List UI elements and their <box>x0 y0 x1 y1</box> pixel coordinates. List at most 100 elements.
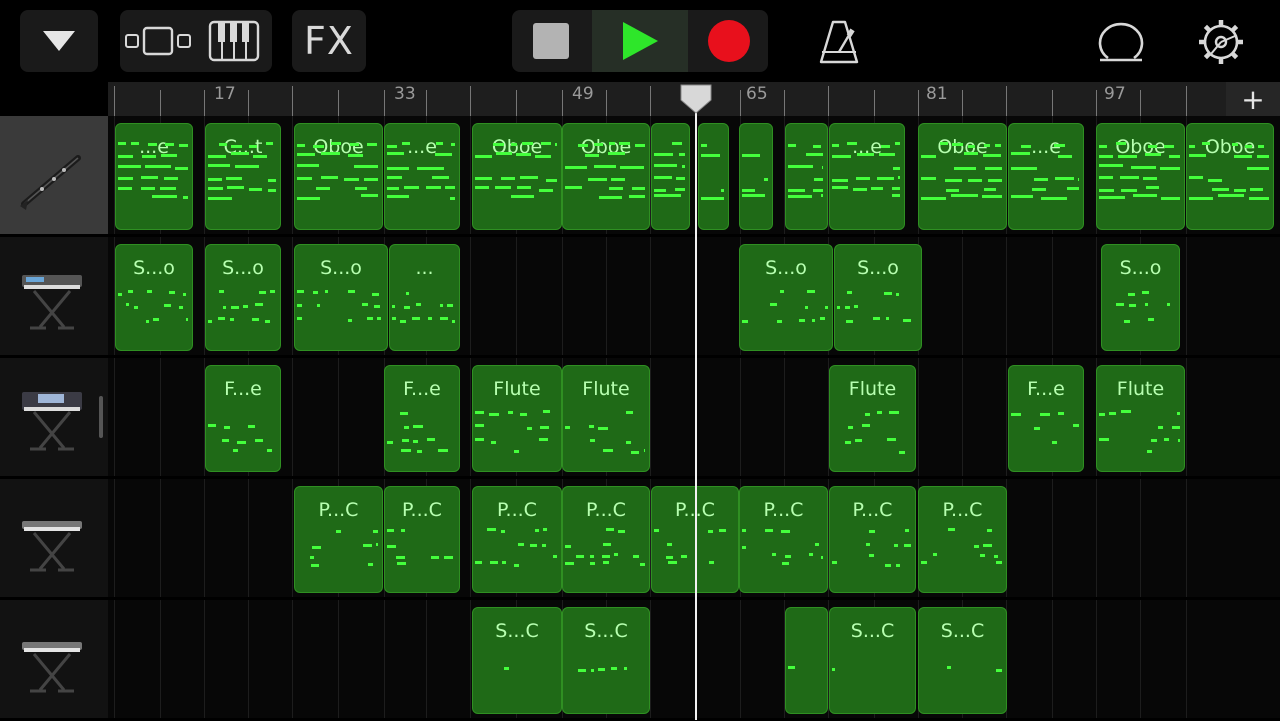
region[interactable]: Flute <box>829 365 916 472</box>
region[interactable]: P...C <box>294 486 383 593</box>
region[interactable]: Oboe <box>1186 123 1274 230</box>
region[interactable] <box>651 123 690 230</box>
region[interactable]: S...o <box>115 244 193 351</box>
midi-note <box>854 305 858 308</box>
midi-note <box>268 189 276 192</box>
midi-note <box>952 143 963 146</box>
play-button[interactable] <box>592 10 688 72</box>
region[interactable]: Oboe <box>918 123 1007 230</box>
track-header-4[interactable] <box>0 479 108 600</box>
record-button[interactable] <box>690 10 768 72</box>
tracks-area[interactable]: ...e C...t Oboe ...e Oboe Oboe ...e Oboe ...e Obo… <box>108 116 1280 720</box>
midi-note <box>856 177 870 180</box>
ruler-tick <box>204 90 205 116</box>
midi-note <box>682 165 685 168</box>
midi-note <box>886 317 889 320</box>
region[interactable]: S...o <box>1101 244 1180 351</box>
region[interactable] <box>785 123 828 230</box>
midi-note <box>179 306 183 309</box>
playhead-handle[interactable] <box>680 84 712 114</box>
settings-button[interactable] <box>1184 10 1260 72</box>
region[interactable]: P...C <box>472 486 562 593</box>
region[interactable]: Oboe <box>472 123 562 230</box>
region[interactable] <box>785 607 828 714</box>
midi-note <box>632 187 645 190</box>
region[interactable]: C...t <box>205 123 281 230</box>
midi-note <box>1164 438 1169 441</box>
midi-note <box>742 189 755 192</box>
midi-note <box>654 194 681 197</box>
midi-note <box>1151 439 1157 442</box>
track-header-1[interactable] <box>0 116 108 237</box>
region[interactable]: P...C <box>918 486 1007 593</box>
region[interactable]: ...e <box>115 123 193 230</box>
metronome-button[interactable] <box>800 10 876 72</box>
midi-note <box>603 449 613 452</box>
region[interactable]: S...C <box>829 607 916 714</box>
midi-note <box>266 142 273 145</box>
region[interactable]: ...e <box>1008 123 1084 230</box>
region[interactable]: P...C <box>739 486 828 593</box>
midi-note <box>387 167 409 170</box>
midi-note <box>142 155 156 158</box>
region[interactable]: Oboe <box>1096 123 1185 230</box>
region[interactable] <box>698 123 729 230</box>
midi-note <box>788 144 796 147</box>
fx-button[interactable]: FX <box>292 10 366 72</box>
midi-note <box>968 179 982 182</box>
midi-note <box>996 669 1002 672</box>
midi-note <box>565 562 574 565</box>
midi-note <box>598 427 608 430</box>
loop-button[interactable] <box>1084 10 1160 72</box>
midi-note <box>1258 145 1264 148</box>
browser-button[interactable] <box>20 10 98 72</box>
midi-note <box>475 186 489 189</box>
region[interactable]: Flute <box>562 365 650 472</box>
region[interactable]: P...C <box>384 486 460 593</box>
region[interactable]: S...o <box>739 244 833 351</box>
region[interactable]: Flute <box>472 365 562 472</box>
region[interactable]: Flute <box>1096 365 1185 472</box>
track-header-3[interactable] <box>0 358 108 479</box>
region[interactable]: P...C <box>829 486 916 593</box>
add-section-button[interactable]: + <box>1226 82 1280 116</box>
keyboard-icon[interactable] <box>208 20 260 62</box>
region[interactable] <box>739 123 773 230</box>
midi-note <box>1189 176 1203 179</box>
midi-note <box>1032 188 1046 191</box>
region[interactable]: S...C <box>918 607 1007 714</box>
region[interactable]: Oboe <box>562 123 650 230</box>
region[interactable]: ...e <box>384 123 460 230</box>
midi-note <box>317 304 320 307</box>
ruler-tick <box>114 86 115 116</box>
midi-note <box>141 187 155 190</box>
region[interactable]: Oboe <box>294 123 383 230</box>
region[interactable]: S...o <box>294 244 388 351</box>
midi-note <box>297 153 315 156</box>
vertical-scroll-indicator[interactable] <box>99 396 103 438</box>
region[interactable]: F...e <box>1008 365 1084 472</box>
region[interactable]: S...o <box>205 244 281 351</box>
track-header-2[interactable] <box>0 237 108 358</box>
region[interactable]: ...e <box>829 123 905 230</box>
region[interactable]: F...e <box>205 365 281 472</box>
midi-note <box>701 154 720 157</box>
region[interactable]: P...C <box>562 486 650 593</box>
midi-note <box>1145 303 1148 306</box>
track-header-5[interactable] <box>0 600 108 721</box>
region[interactable]: S...C <box>562 607 650 714</box>
midi-note <box>1124 320 1130 323</box>
region-name: Flute <box>1116 378 1165 400</box>
midi-note <box>1148 145 1157 148</box>
region[interactable]: S...C <box>472 607 562 714</box>
ruler-tick <box>292 86 293 116</box>
midi-note <box>475 411 484 414</box>
region[interactable]: S...o <box>834 244 922 351</box>
stop-button[interactable] <box>512 10 590 72</box>
midi-note <box>565 545 571 548</box>
region[interactable]: ... <box>389 244 460 351</box>
midi-note <box>428 317 432 320</box>
tracks-view-icon[interactable] <box>122 24 194 58</box>
midi-note <box>1054 144 1065 147</box>
region[interactable]: F...e <box>384 365 460 472</box>
